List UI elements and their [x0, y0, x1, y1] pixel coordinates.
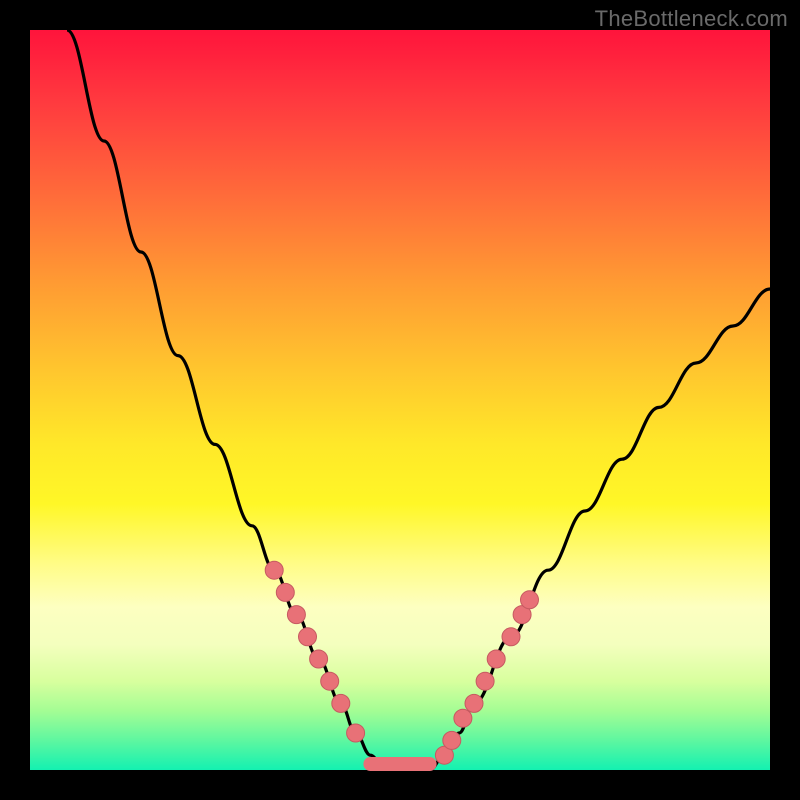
marker-dot — [299, 628, 317, 646]
marker-dot — [465, 694, 483, 712]
plot-area — [30, 30, 770, 770]
marker-dot — [443, 731, 461, 749]
watermark-text: TheBottleneck.com — [595, 6, 788, 32]
right-branch-markers — [435, 591, 538, 764]
left-branch-markers — [265, 561, 364, 742]
bottleneck-curve-svg — [30, 30, 770, 770]
marker-dot — [265, 561, 283, 579]
marker-dot — [347, 724, 365, 742]
marker-dot — [310, 650, 328, 668]
marker-dot — [332, 694, 350, 712]
marker-dot — [502, 628, 520, 646]
marker-dot — [454, 709, 472, 727]
marker-dot — [287, 606, 305, 624]
marker-dot — [487, 650, 505, 668]
marker-dot — [476, 672, 494, 690]
marker-dot — [321, 672, 339, 690]
bottleneck-curve — [67, 30, 770, 770]
marker-dot — [276, 583, 294, 601]
marker-dot — [521, 591, 539, 609]
